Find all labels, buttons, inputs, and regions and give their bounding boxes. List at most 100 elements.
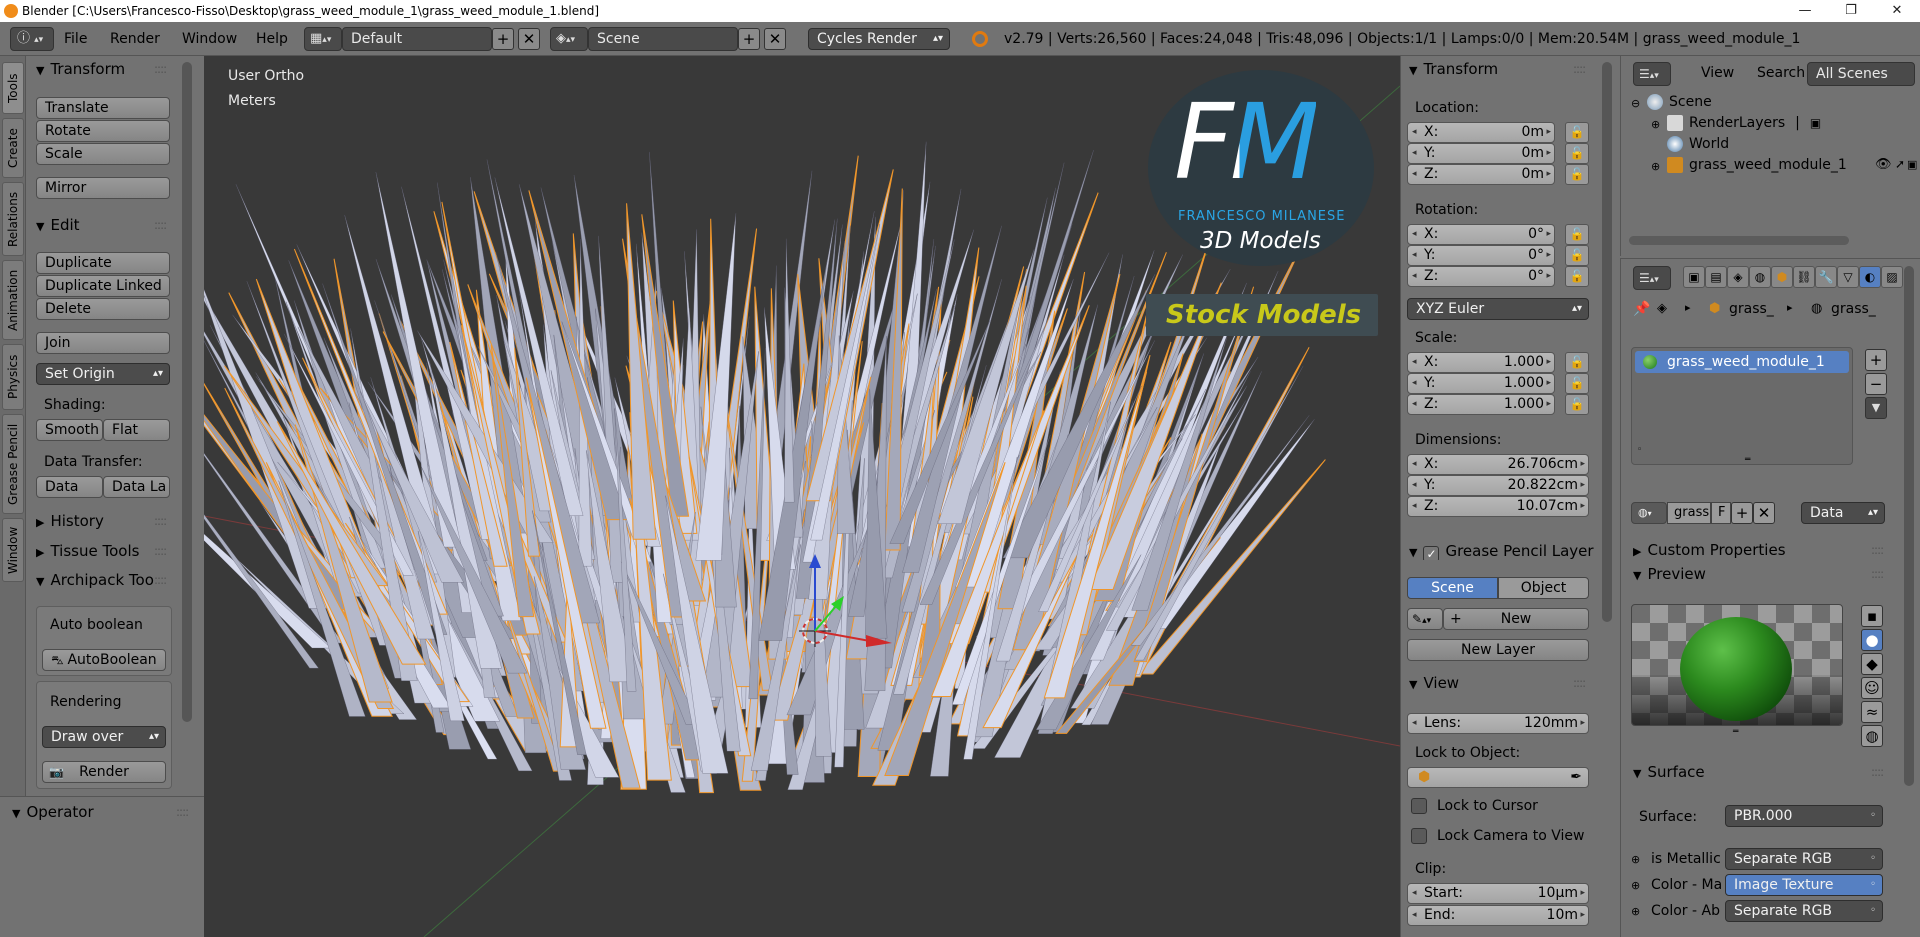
lock-icon[interactable]: 🔓 — [1565, 122, 1589, 143]
slot-menu-button[interactable]: ▼ — [1865, 397, 1887, 419]
color-ab-input-dropdown[interactable]: Separate RGB ◦ — [1725, 900, 1883, 922]
metallic-input-dropdown[interactable]: Separate RGB ◦ — [1725, 848, 1883, 870]
enable-checkbox[interactable]: ✓ — [1423, 546, 1440, 560]
menu-help[interactable]: Help — [256, 31, 288, 47]
expand-icon[interactable]: ⊕ — [1651, 160, 1660, 173]
drag-grip-icon[interactable]: :::: — [1573, 676, 1586, 690]
new-layer-button[interactable]: New Layer — [1407, 639, 1589, 661]
surface-shader-dropdown[interactable]: PBR.000 ◦ — [1725, 805, 1883, 827]
lock-icon[interactable]: 🔓 — [1565, 352, 1589, 373]
data-tab-icon[interactable]: ▽ — [1837, 266, 1859, 288]
minimize-icon[interactable]: — — [1782, 0, 1828, 22]
drag-grip-icon[interactable]: :::: — [154, 218, 167, 232]
drag-grip-icon[interactable]: :::: — [1871, 567, 1884, 581]
tab-relations[interactable]: Relations — [2, 182, 24, 256]
add-scene-button[interactable]: + — [738, 28, 760, 50]
layout-icon[interactable]: ▦▴▾ — [304, 27, 342, 51]
tab-grease-pencil[interactable]: Grease Pencil — [2, 414, 24, 514]
modifiers-tab-icon[interactable]: 🔧 — [1815, 266, 1837, 288]
display-mode-dropdown[interactable]: All Scenes — [1807, 62, 1915, 86]
preview-cube-icon[interactable]: ◆ — [1861, 653, 1883, 675]
data-layout-button[interactable]: Data La — [103, 476, 170, 498]
list-filter-icon[interactable]: ◦ — [1637, 445, 1642, 455]
material-browse-button[interactable]: ◍▾ — [1631, 502, 1667, 524]
menu-window[interactable]: Window — [182, 31, 237, 47]
drag-grip-icon[interactable]: :::: — [154, 62, 167, 76]
outliner-item-world[interactable]: World — [1667, 136, 1729, 152]
remove-layout-button[interactable]: ✕ — [518, 28, 540, 50]
grease-pencil-panel-header[interactable]: ▼ ✓ Grease Pencil Layer — [1409, 542, 1597, 560]
flat-button[interactable]: Flat — [103, 419, 170, 441]
tissue-tools-panel-header[interactable]: ▶ Tissue Tools — [36, 542, 139, 560]
join-button[interactable]: Join — [36, 332, 170, 354]
render-layer-icon[interactable]: ▣ — [1810, 116, 1821, 130]
layout-field[interactable]: Default — [342, 27, 492, 51]
tab-tools[interactable]: Tools — [2, 62, 24, 114]
edit-panel-header[interactable]: ▼ Edit — [36, 216, 80, 234]
menu-render[interactable]: Render — [110, 31, 160, 47]
expand-icon[interactable]: ⊕ — [1631, 853, 1640, 866]
surface-panel-header[interactable]: ▼ Surface — [1633, 763, 1705, 781]
scene-link-icon[interactable]: ◈ — [1657, 301, 1667, 316]
tab-animation[interactable]: Animation — [2, 260, 24, 340]
drag-grip-icon[interactable]: :::: — [1573, 62, 1586, 76]
lock-object-field[interactable]: ⬢ ✒ — [1407, 767, 1589, 788]
preview-monkey-icon[interactable]: ☺ — [1861, 677, 1883, 699]
lock-to-cursor-checkbox[interactable] — [1411, 798, 1427, 814]
tab-physics[interactable]: Physics — [2, 344, 24, 410]
data-button[interactable]: Data — [36, 476, 103, 498]
maximize-icon[interactable]: ❐ — [1828, 0, 1874, 22]
scene-tab-icon[interactable]: ◈ — [1727, 266, 1749, 288]
fake-user-button[interactable]: F — [1711, 502, 1731, 524]
rotation-z-field[interactable]: ◂ Z: 0° ▸ — [1407, 266, 1555, 287]
menu-file[interactable]: File — [64, 31, 87, 47]
drag-grip-icon[interactable]: :::: — [176, 805, 189, 819]
preview-sphere-sky-icon[interactable]: ◍ — [1861, 725, 1883, 747]
link-dropdown[interactable]: Data ▴▾ — [1801, 502, 1885, 524]
render-camera-icon[interactable]: ▣ — [1907, 158, 1917, 171]
history-panel-header[interactable]: ▶ History — [36, 512, 104, 530]
expand-icon[interactable]: ⊕ — [1651, 118, 1660, 131]
render-button[interactable]: 📷 Render — [42, 761, 166, 783]
eyedropper-icon[interactable]: ✒ — [1570, 768, 1582, 787]
lock-icon[interactable]: 🔓 — [1565, 143, 1589, 164]
close-icon[interactable]: ✕ — [1874, 0, 1920, 22]
texture-tab-icon[interactable]: ▨ — [1881, 266, 1903, 288]
material-slot-item[interactable]: grass_weed_module_1 — [1635, 351, 1849, 373]
color-ma-input-dropdown[interactable]: Image Texture ◦ — [1725, 874, 1883, 896]
expand-icon[interactable]: ⊕ — [1631, 905, 1640, 918]
preview-header[interactable]: ▼ Preview — [1633, 565, 1706, 583]
properties-editor-icon[interactable]: ☰▴▾ — [1633, 266, 1671, 290]
scale-z-field[interactable]: ◂ Z: 1.000 ▸ — [1407, 394, 1555, 415]
drag-grip-icon[interactable]: :::: — [154, 573, 167, 587]
lock-icon[interactable]: 🔓 — [1565, 164, 1589, 185]
outliner-item-grass[interactable]: grass_weed_module_1 — [1667, 157, 1875, 173]
editor-type-button[interactable]: ⓘ ▴▾ — [10, 27, 54, 51]
render-engine-dropdown[interactable]: Cycles Render ▴▾ — [808, 28, 950, 50]
remove-scene-button[interactable]: ✕ — [764, 28, 786, 50]
scale-y-field[interactable]: ◂ Y: 1.000 ▸ — [1407, 373, 1555, 394]
outliner-view-menu[interactable]: View — [1701, 65, 1734, 81]
duplicate-button[interactable]: Duplicate — [36, 252, 170, 274]
3d-viewport[interactable]: User Ortho Meters FM FRANCESCO MILANESE … — [204, 56, 1400, 937]
new-material-button[interactable]: + — [1731, 502, 1753, 524]
outliner-editor-icon[interactable]: ☰▴▾ — [1633, 62, 1671, 86]
tab-create[interactable]: Create — [2, 118, 24, 178]
outliner-item-renderlayers[interactable]: RenderLayers | ▣ — [1667, 115, 1821, 131]
duplicate-linked-button[interactable]: Duplicate Linked — [36, 275, 170, 297]
outliner-search-menu[interactable]: Search — [1757, 65, 1805, 81]
world-tab-icon[interactable]: ◍ — [1749, 266, 1771, 288]
lock-icon[interactable]: 🔓 — [1565, 394, 1589, 415]
rotate-button[interactable]: Rotate — [36, 120, 170, 142]
lock-icon[interactable]: 🔓 — [1565, 373, 1589, 394]
draw-over-dropdown[interactable]: Draw over ▴▾ — [42, 726, 166, 748]
view-panel-header[interactable]: ▼ View — [1409, 674, 1459, 692]
lock-icon[interactable]: 🔓 — [1565, 224, 1589, 245]
add-slot-button[interactable]: + — [1865, 349, 1887, 371]
dimension-y-field[interactable]: ◂ Y: 20.822cm ▸ — [1407, 475, 1589, 496]
rotation-y-field[interactable]: ◂ Y: 0° ▸ — [1407, 245, 1555, 266]
autoboolean-button[interactable]: ⛍ AutoBoolean — [42, 649, 166, 671]
scene-field[interactable]: Scene — [588, 27, 738, 51]
add-layout-button[interactable]: + — [492, 28, 514, 50]
operator-panel-header[interactable]: ▼ Operator — [12, 803, 94, 821]
